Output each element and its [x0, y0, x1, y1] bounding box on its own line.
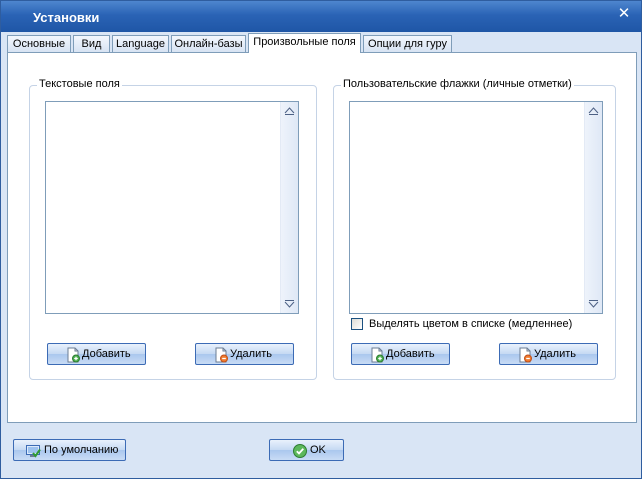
add-document-icon	[369, 347, 385, 363]
tab-view[interactable]: Вид	[73, 35, 110, 52]
add-document-icon	[65, 347, 81, 363]
scroll-down-icon[interactable]	[588, 299, 599, 309]
scroll-down-icon[interactable]	[284, 299, 295, 309]
text-fields-add-button[interactable]: Добавить	[47, 343, 146, 365]
title-bar[interactable]: Установки ✕	[1, 1, 641, 32]
user-flags-delete-label: Удалить	[534, 348, 576, 360]
tab-strip: Основные Вид Language Онлайн-базы Произв…	[7, 33, 637, 53]
default-button[interactable]: По умолчанию	[13, 439, 126, 461]
scroll-up-icon[interactable]	[588, 106, 599, 116]
user-flags-add-button[interactable]: Добавить	[351, 343, 450, 365]
user-flags-group-title: Пользовательские флажки (личные отметки)	[341, 78, 574, 90]
close-icon[interactable]: ✕	[617, 6, 631, 21]
settings-window: Установки ✕ Основные Вид Language Онлайн…	[0, 0, 642, 479]
default-settings-icon	[25, 443, 41, 459]
user-flags-delete-button[interactable]: Удалить	[499, 343, 598, 365]
footer-bar: По умолчанию OK	[1, 425, 641, 478]
tab-general[interactable]: Основные	[7, 35, 71, 52]
text-fields-group-title: Текстовые поля	[37, 78, 122, 90]
default-button-label: По умолчанию	[44, 444, 119, 456]
user-flags-scrollbar[interactable]	[584, 102, 602, 313]
user-flags-list[interactable]	[349, 101, 603, 314]
tab-custom-fields[interactable]: Произвольные поля	[248, 33, 361, 53]
user-flags-add-label: Добавить	[386, 348, 435, 360]
ok-button[interactable]: OK	[269, 439, 344, 461]
text-fields-delete-button[interactable]: Удалить	[195, 343, 294, 365]
text-fields-list[interactable]	[45, 101, 299, 314]
scroll-up-icon[interactable]	[284, 106, 295, 116]
delete-document-icon	[517, 347, 533, 363]
tab-language[interactable]: Language	[112, 35, 169, 52]
ok-button-label: OK	[310, 444, 326, 456]
highlight-color-checkbox[interactable]	[351, 318, 363, 330]
custom-fields-panel: Текстовые поля Добавить Удалить Пользова…	[7, 52, 637, 423]
text-fields-add-label: Добавить	[82, 348, 131, 360]
ok-check-icon	[292, 443, 308, 459]
text-fields-delete-label: Удалить	[230, 348, 272, 360]
tab-online-databases[interactable]: Онлайн-базы	[171, 35, 246, 52]
window-title: Установки	[33, 10, 100, 25]
delete-document-icon	[213, 347, 229, 363]
text-fields-scrollbar[interactable]	[280, 102, 298, 313]
tab-guru-options[interactable]: Опции для гуру	[363, 35, 452, 52]
highlight-color-checkbox-label[interactable]: Выделять цветом в списке (медленнее)	[369, 318, 572, 330]
